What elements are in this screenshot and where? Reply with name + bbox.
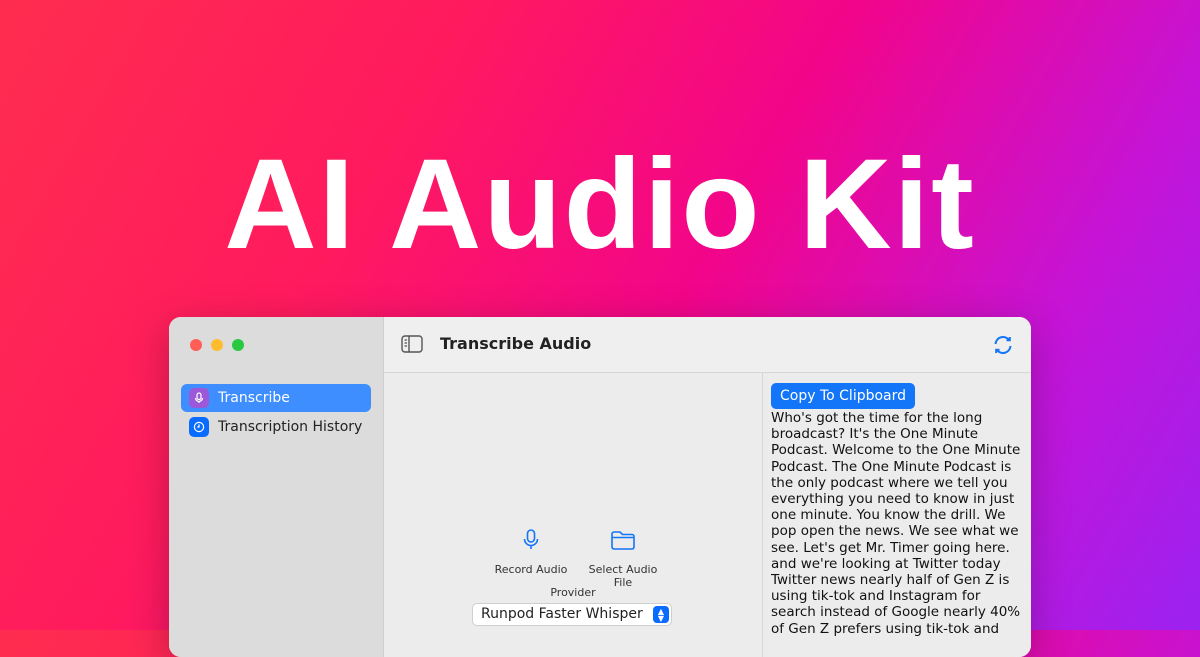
input-panel: Record Audio Select Audio File Provider … [384, 373, 762, 657]
folder-icon [580, 523, 666, 557]
minimize-window-button[interactable] [211, 339, 223, 351]
hero-title: AI Audio Kit [224, 133, 976, 276]
output-panel: Copy To Clipboard Who's got the time for… [763, 373, 1031, 657]
sidebar-nav: Transcribe Transcription History [181, 384, 371, 442]
zoom-window-button[interactable] [232, 339, 244, 351]
page-title: Transcribe Audio [440, 334, 592, 353]
chevron-up-down-icon: ▲ ▼ [653, 606, 669, 623]
input-actions: Record Audio Select Audio File [488, 523, 666, 589]
transcript-text: Who's got the time for the long broadcas… [771, 410, 1021, 637]
app-window: Transcribe Transcription History Transcr… [169, 317, 1031, 657]
provider-label: Provider [550, 586, 596, 599]
record-audio-button[interactable]: Record Audio [488, 523, 574, 589]
close-window-button[interactable] [190, 339, 202, 351]
window-controls [190, 339, 244, 351]
sidebar-item-history[interactable]: Transcription History [181, 413, 371, 441]
sidebar: Transcribe Transcription History [169, 317, 384, 657]
sidebar-item-label: Transcription History [218, 419, 363, 435]
microphone-icon [488, 523, 574, 557]
sidebar-item-label: Transcribe [218, 390, 290, 406]
select-audio-file-button[interactable]: Select Audio File [580, 523, 666, 589]
provider-selected-value: Runpod Faster Whisper [481, 606, 643, 622]
mic-icon [189, 388, 209, 408]
refresh-icon[interactable] [991, 333, 1015, 361]
sidebar-toggle-icon[interactable] [401, 335, 423, 357]
clock-icon [189, 417, 209, 437]
toolbar: Transcribe Audio [384, 317, 1031, 373]
copy-to-clipboard-button[interactable]: Copy To Clipboard [771, 383, 916, 409]
main-panel: Transcribe Audio Record Audio Select Aud… [384, 317, 1031, 657]
record-audio-label: Record Audio [494, 563, 568, 576]
sidebar-item-transcribe[interactable]: Transcribe [181, 384, 371, 412]
provider-select[interactable]: Runpod Faster Whisper ▲ ▼ [472, 603, 672, 626]
